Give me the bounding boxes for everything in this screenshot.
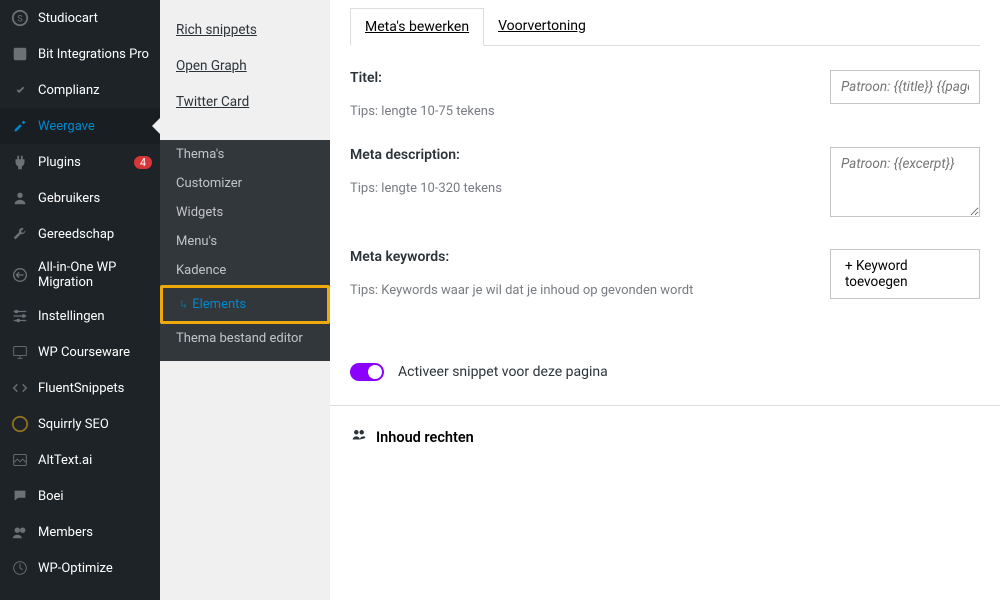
sidebar-item-label: Bit Integrations Pro bbox=[38, 47, 152, 62]
sidebar-item-label: Complianz bbox=[38, 83, 152, 98]
sidebar-item-label: Plugins bbox=[38, 155, 130, 170]
submenu-item-theme-editor[interactable]: Thema bestand editor bbox=[160, 324, 330, 353]
sidebar-item-plugins[interactable]: Plugins 4 bbox=[0, 144, 160, 180]
sub-arrow-icon: ↳ bbox=[179, 298, 188, 311]
optimize-icon bbox=[10, 558, 30, 578]
submenu-column: Rich snippets Open Graph Twitter Card Th… bbox=[160, 0, 330, 600]
check-icon bbox=[10, 80, 30, 100]
squirrly-icon bbox=[10, 414, 30, 434]
tab-edit-metas[interactable]: Meta's bewerken bbox=[350, 8, 484, 46]
sidebar-item-complianz[interactable]: Complianz bbox=[0, 72, 160, 108]
wp-admin-sidebar: S Studiocart Bit Integrations Pro Compli… bbox=[0, 0, 160, 600]
title-input[interactable] bbox=[830, 70, 980, 104]
sidebar-item-label: Gebruikers bbox=[38, 191, 152, 206]
appearance-flyout: Thema's Customizer Widgets Menu's Kadenc… bbox=[160, 140, 330, 361]
sidebar-item-studiocart[interactable]: S Studiocart bbox=[0, 0, 160, 36]
sidebar-item-users[interactable]: Gebruikers bbox=[0, 180, 160, 216]
sublink-rich-snippets[interactable]: Rich snippets bbox=[176, 12, 314, 48]
sidebar-item-tools[interactable]: Gereedschap bbox=[0, 216, 160, 252]
description-input[interactable] bbox=[830, 147, 980, 217]
field-title-row: Titel: Tips: lengte 10-75 tekens bbox=[350, 70, 980, 119]
sidebar-item-label: Members bbox=[38, 525, 152, 540]
sidebar-item-alttext[interactable]: AltText.ai bbox=[0, 442, 160, 478]
sidebar-item-label: Gereedschap bbox=[38, 227, 152, 242]
submenu-item-elements[interactable]: ↳ Elements bbox=[160, 285, 330, 324]
submenu-item-label: Elements bbox=[192, 297, 246, 312]
sidebar-item-label: AltText.ai bbox=[38, 453, 152, 468]
sidebar-item-appearance[interactable]: Weergave bbox=[0, 108, 160, 144]
sliders-icon bbox=[10, 306, 30, 326]
field-keywords-row: Meta keywords: Tips: Keywords waar je wi… bbox=[350, 249, 980, 299]
tab-preview[interactable]: Voorvertoning bbox=[484, 8, 600, 45]
field-keywords-tips: Tips: Keywords waar je wil dat je inhoud… bbox=[350, 283, 810, 298]
meta-tabs: Meta's bewerken Voorvertoning bbox=[350, 8, 980, 46]
svg-text:S: S bbox=[17, 15, 22, 25]
main-content: Meta's bewerken Voorvertoning Titel: Tip… bbox=[330, 0, 1000, 600]
brush-icon bbox=[10, 116, 30, 136]
submenu-item-customizer[interactable]: Customizer bbox=[160, 169, 330, 198]
seo-sublinks: Rich snippets Open Graph Twitter Card bbox=[160, 0, 330, 132]
field-title-label: Titel: bbox=[350, 70, 810, 86]
sidebar-item-label: All-in-One WP Migration bbox=[38, 260, 152, 290]
sidebar-item-bit-integrations[interactable]: Bit Integrations Pro bbox=[0, 36, 160, 72]
sidebar-item-label: WP Courseware bbox=[38, 345, 152, 360]
sidebar-item-label: WP-Optimize bbox=[38, 561, 152, 576]
sublink-twitter-card[interactable]: Twitter Card bbox=[176, 84, 314, 120]
add-keyword-button[interactable]: + Keyword toevoegen bbox=[830, 249, 980, 299]
migration-icon bbox=[10, 265, 30, 285]
sublink-open-graph[interactable]: Open Graph bbox=[176, 48, 314, 84]
content-rights-label: Inhoud rechten bbox=[376, 429, 474, 446]
cart-icon: S bbox=[10, 8, 30, 28]
image-icon bbox=[10, 450, 30, 470]
meta-form: Titel: Tips: lengte 10-75 tekens Meta de… bbox=[330, 46, 1000, 351]
field-title-tips: Tips: lengte 10-75 tekens bbox=[350, 104, 810, 119]
snippet-toggle-label: Activeer snippet voor deze pagina bbox=[398, 364, 608, 380]
sidebar-item-label: FluentSnippets bbox=[38, 381, 152, 396]
sidebar-item-squirrly[interactable]: Squirrly SEO bbox=[0, 406, 160, 442]
sidebar-item-label: Squirrly SEO bbox=[38, 417, 152, 432]
code-icon bbox=[10, 378, 30, 398]
sidebar-item-boei[interactable]: Boei bbox=[0, 478, 160, 514]
wrench-icon bbox=[10, 224, 30, 244]
submenu-item-themes[interactable]: Thema's bbox=[160, 140, 330, 169]
sidebar-item-label: Studiocart bbox=[38, 11, 152, 26]
chat-icon bbox=[10, 486, 30, 506]
members-icon bbox=[10, 522, 30, 542]
submenu-item-menus[interactable]: Menu's bbox=[160, 227, 330, 256]
snippet-toggle-row: Activeer snippet voor deze pagina bbox=[330, 351, 1000, 405]
sidebar-item-members[interactable]: Members bbox=[0, 514, 160, 550]
field-keywords-label: Meta keywords: bbox=[350, 249, 810, 265]
plugin-icon bbox=[10, 152, 30, 172]
sidebar-item-migration[interactable]: All-in-One WP Migration bbox=[0, 252, 160, 298]
field-description-label: Meta description: bbox=[350, 147, 810, 163]
sidebar-item-fluentsnippets[interactable]: FluentSnippets bbox=[0, 370, 160, 406]
integrations-icon bbox=[10, 44, 30, 64]
sidebar-item-courseware[interactable]: WP Courseware bbox=[0, 334, 160, 370]
submenu-item-widgets[interactable]: Widgets bbox=[160, 198, 330, 227]
snippet-toggle[interactable] bbox=[350, 363, 384, 381]
users-group-icon bbox=[350, 426, 368, 448]
plugin-count-badge: 4 bbox=[134, 156, 152, 169]
field-description-tips: Tips: lengte 10-320 tekens bbox=[350, 181, 810, 196]
field-description-row: Meta description: Tips: lengte 10-320 te… bbox=[350, 147, 980, 221]
sidebar-item-settings[interactable]: Instellingen bbox=[0, 298, 160, 334]
sidebar-item-label: Instellingen bbox=[38, 309, 152, 324]
content-rights-header[interactable]: Inhoud rechten bbox=[330, 406, 1000, 468]
monitor-icon bbox=[10, 342, 30, 362]
sidebar-item-label: Weergave bbox=[38, 119, 152, 134]
sidebar-item-wpoptimize[interactable]: WP-Optimize bbox=[0, 550, 160, 586]
submenu-item-kadence[interactable]: Kadence bbox=[160, 256, 330, 285]
sidebar-item-label: Boei bbox=[38, 489, 152, 504]
user-icon bbox=[10, 188, 30, 208]
